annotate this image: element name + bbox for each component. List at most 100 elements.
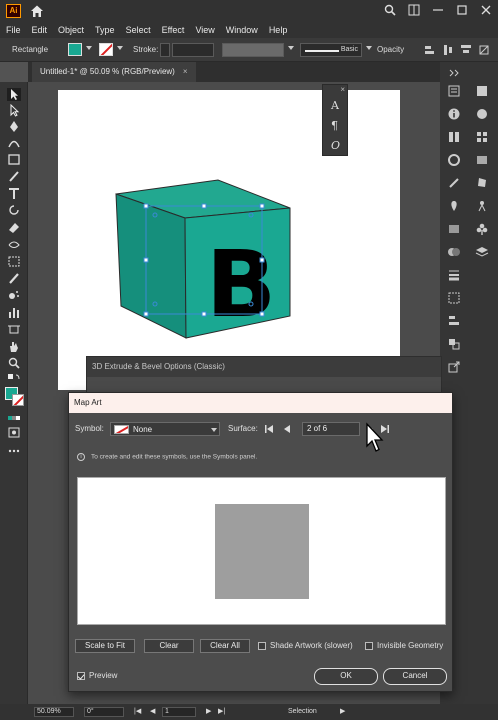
search-icon[interactable] [384, 4, 396, 16]
rotation-field[interactable]: 0° [84, 707, 124, 717]
maximize-icon[interactable] [456, 4, 468, 16]
brush-definition[interactable]: Basic [300, 43, 362, 57]
fill-stroke-indicator[interactable] [5, 387, 25, 407]
artboard[interactable]: B [58, 90, 400, 390]
last-artboard-icon[interactable]: ▶| [218, 704, 225, 720]
color-panel-icon[interactable] [475, 84, 489, 98]
more-tools-icon[interactable] [7, 444, 21, 457]
zoom-field[interactable]: 50.09% [34, 707, 74, 717]
variable-width-profile[interactable] [222, 43, 284, 57]
free-transform-tool-icon[interactable] [7, 255, 21, 268]
stroke-weight-stepper[interactable] [160, 43, 170, 57]
menu-effect[interactable]: Effect [162, 22, 185, 38]
curvature-tool-icon[interactable] [7, 136, 21, 149]
fill-color-swatch[interactable] [68, 43, 82, 56]
cube-artwork[interactable]: B [58, 90, 400, 390]
properties-icon[interactable] [447, 84, 461, 98]
preview-box-check[interactable] [77, 671, 85, 680]
gradient-icon[interactable] [447, 222, 461, 236]
info-panel-icon[interactable] [447, 107, 461, 121]
fill-dropdown-icon[interactable] [86, 46, 92, 50]
rotate-tool-icon[interactable] [7, 204, 21, 217]
paintbrush-tool-icon[interactable] [7, 170, 21, 183]
artboard-field[interactable]: 1 [162, 707, 196, 717]
previous-surface-icon[interactable] [282, 424, 292, 434]
status-menu-icon[interactable]: ▶ [340, 704, 345, 720]
symbol-sprayer-tool-icon[interactable] [7, 289, 21, 302]
minimize-icon[interactable] [432, 4, 444, 16]
artboard-tool-icon[interactable] [7, 323, 21, 336]
menu-type[interactable]: Type [95, 22, 115, 38]
eraser-tool-icon[interactable] [7, 221, 21, 234]
character-icon[interactable]: A [331, 99, 339, 112]
zoom-tool-icon[interactable] [7, 357, 21, 370]
color-guide-icon[interactable] [475, 107, 489, 121]
menu-file[interactable]: File [6, 22, 21, 38]
clear-button[interactable]: Clear [144, 639, 194, 653]
cancel-button[interactable]: Cancel [383, 668, 447, 685]
color-mode-icon[interactable] [7, 412, 21, 425]
stroke-color-swatch[interactable] [99, 43, 113, 56]
export-icon[interactable] [447, 360, 461, 374]
profile-dropdown-icon[interactable] [288, 46, 294, 50]
ok-button[interactable]: OK [314, 668, 378, 685]
draw-mode-icon[interactable] [7, 426, 21, 439]
type-tool-icon[interactable] [7, 187, 21, 200]
selection-tool-icon[interactable] [7, 88, 21, 101]
pen-tool-icon[interactable] [7, 120, 21, 133]
puppet-icon[interactable] [475, 199, 489, 213]
close-tab-icon[interactable]: × [183, 67, 188, 76]
rectangle-tool-icon[interactable] [7, 153, 21, 166]
align-icon[interactable] [424, 44, 436, 56]
scale-to-fit-button[interactable]: Scale to Fit [75, 639, 135, 653]
stroke-weight-field[interactable] [172, 43, 214, 57]
next-artboard-icon[interactable]: ▶ [206, 704, 211, 720]
first-surface-icon[interactable] [264, 424, 274, 434]
eyedropper-tool-icon[interactable] [7, 272, 21, 285]
invisible-geometry-checkbox[interactable]: Invisible Geometry [365, 641, 443, 651]
align-panel-icon[interactable] [447, 314, 461, 328]
appearance-icon[interactable] [447, 153, 461, 167]
swatches-icon[interactable] [475, 130, 489, 144]
column-graph-tool-icon[interactable] [7, 306, 21, 319]
hand-tool-icon[interactable] [7, 340, 21, 353]
menu-view[interactable]: View [195, 22, 214, 38]
arrange-documents-icon[interactable] [408, 4, 420, 16]
close-icon[interactable] [480, 4, 492, 16]
first-artboard-icon[interactable]: |◀ [134, 704, 141, 720]
brush-dropdown-icon[interactable] [366, 46, 372, 50]
menu-window[interactable]: Window [226, 22, 258, 38]
shade-artwork-box[interactable] [258, 641, 266, 650]
opacity-label[interactable]: Opacity [377, 45, 404, 54]
surface-preview[interactable] [77, 477, 446, 625]
shade-artwork-checkbox[interactable]: Shade Artwork (slower) [258, 641, 353, 651]
libraries-icon[interactable] [447, 130, 461, 144]
menu-object[interactable]: Object [58, 22, 84, 38]
transparency-icon[interactable] [447, 245, 461, 259]
surface-field[interactable]: 2 of 6 [302, 422, 360, 436]
panel-close-icon[interactable]: × [340, 85, 345, 94]
paragraph-icon[interactable]: ¶ [331, 119, 338, 132]
previous-artboard-icon[interactable]: ◀ [150, 704, 155, 720]
club-symbol-icon[interactable] [475, 222, 489, 236]
symbol-select[interactable]: None [110, 422, 220, 436]
clear-all-button[interactable]: Clear All [200, 639, 250, 653]
transform-icon[interactable] [478, 44, 490, 56]
direct-selection-tool-icon[interactable] [7, 104, 21, 117]
home-icon[interactable] [30, 4, 44, 18]
brushes-icon[interactable] [447, 176, 461, 190]
menu-select[interactable]: Select [126, 22, 151, 38]
stroke-label[interactable]: Stroke: [133, 45, 158, 54]
document-tab[interactable]: Untitled-1* @ 50.09 % (RGB/Preview) × [32, 62, 196, 82]
opentype-icon[interactable]: O [331, 139, 340, 152]
distribute-icon[interactable] [442, 44, 454, 56]
stroke-dropdown-icon[interactable] [117, 46, 123, 50]
collapse-dock-icon[interactable] [447, 66, 461, 80]
transform-panel-icon[interactable] [447, 291, 461, 305]
invisible-geometry-box[interactable] [365, 641, 373, 650]
menu-edit[interactable]: Edit [32, 22, 48, 38]
width-tool-icon[interactable] [7, 238, 21, 251]
menu-help[interactable]: Help [269, 22, 288, 38]
pathfinder-icon[interactable] [447, 337, 461, 351]
gradient-panel-icon[interactable] [475, 153, 489, 167]
